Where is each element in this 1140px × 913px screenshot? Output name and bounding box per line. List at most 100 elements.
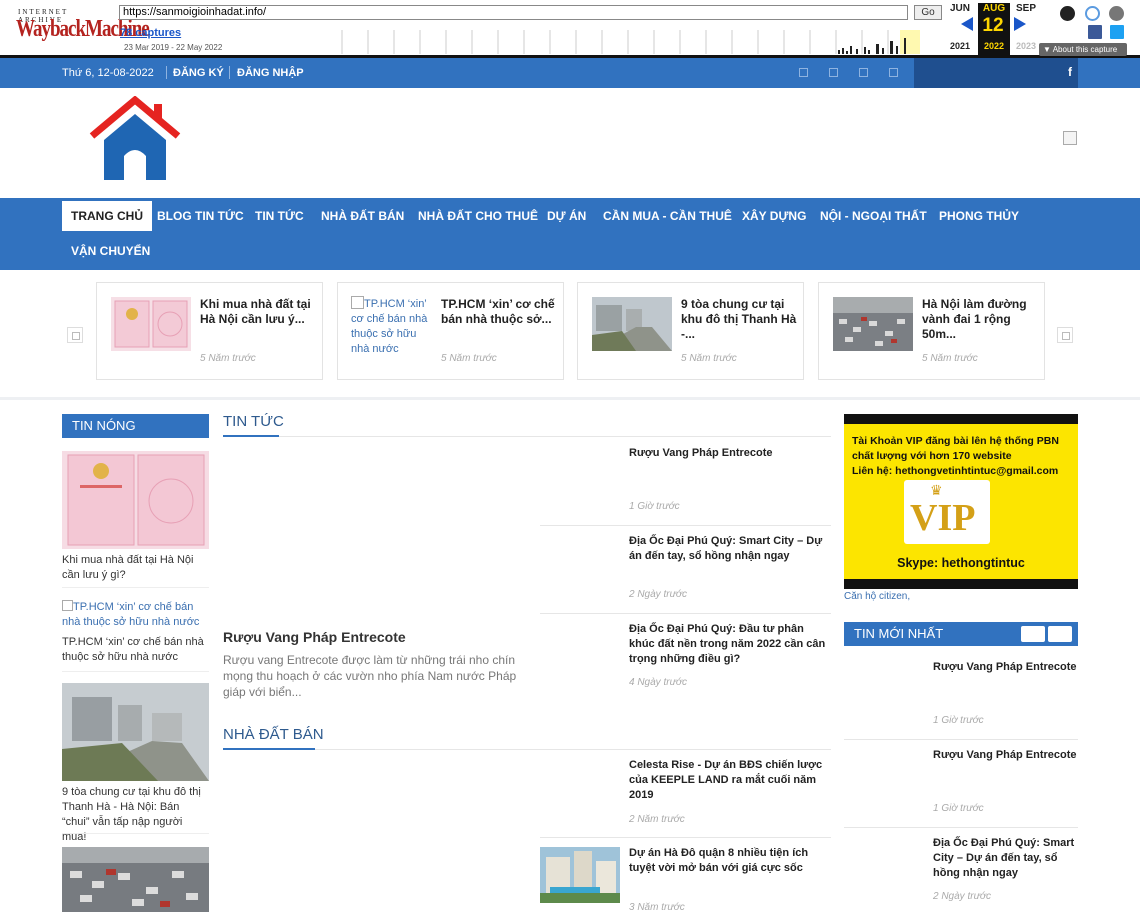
carousel-thumb[interactable] <box>833 297 913 351</box>
social-icon[interactable] <box>799 68 808 77</box>
vip-skype: Skype: hethongtintuc <box>897 556 1025 570</box>
sale-section-heading[interactable]: NHÀ ĐẤT BÁN <box>223 726 324 743</box>
captures-link[interactable]: 78 captures <box>120 27 181 39</box>
carousel-time: 5 Năm trước <box>922 353 978 364</box>
wayback-toolbar: INTERNET ARCHIVE WaybackMachine https://… <box>0 0 1140 59</box>
wayback-url-input[interactable]: https://sanmoigioinhadat.info/ <box>119 5 908 20</box>
vip-ad-banner[interactable]: Tài Khoản VIP đăng bài lên hệ thống PBN … <box>844 414 1078 589</box>
news-item-title[interactable]: Địa Ốc Đại Phú Quý: Smart City – Dự án đ… <box>629 534 829 564</box>
twitter-icon[interactable] <box>1110 25 1124 39</box>
news-item-time: 2 Ngày trước <box>629 589 687 600</box>
news-item-time: 3 Năm trước <box>629 902 685 913</box>
news-carousel: Khi mua nhà đất tại Hà Nội cần lưu ý... … <box>0 270 1140 400</box>
month-next[interactable]: SEP <box>1010 3 1042 14</box>
carousel-item[interactable]: 9 tòa chung cư tại khu đô thị Thanh Hà -… <box>577 282 804 380</box>
prev-capture-icon[interactable] <box>961 17 973 31</box>
carousel-title[interactable]: Khi mua nhà đất tại Hà Nội cần lưu ý... <box>200 297 316 327</box>
register-link[interactable]: ĐĂNG KÝ <box>173 67 224 79</box>
nav-item-rent[interactable]: NHÀ ĐẤT CHO THUÊ <box>418 201 538 231</box>
news-item-time: 1 Giờ trước <box>629 501 680 512</box>
vip-ad-line: chất lượng với hơn 170 website <box>852 450 1012 462</box>
vip-ad-panel: Tài Khoản VIP đăng bài lên hệ thống PBN … <box>844 424 1078 579</box>
social-icon[interactable] <box>889 68 898 77</box>
news-item-time: 2 Năm trước <box>629 814 685 825</box>
carousel-next-button[interactable] <box>1057 327 1073 343</box>
next-capture-icon[interactable] <box>1014 17 1026 31</box>
search-box[interactable]: f <box>914 58 1078 88</box>
news-item-title[interactable]: Địa Ốc Đại Phú Quý: Đầu tư phân khúc đất… <box>629 622 831 667</box>
main-nav: TRANG CHỦ BLOG TIN TỨC TIN TỨC NHÀ ĐẤT B… <box>0 198 1140 270</box>
month-prev[interactable]: JUN <box>944 3 976 14</box>
about-capture-button[interactable]: ▼ About this capture <box>1039 43 1127 56</box>
ad-caption-link[interactable]: Căn hộ citizen, <box>844 591 910 602</box>
about-capture-label: About this capture <box>1052 45 1118 54</box>
carousel-item[interactable]: TP.HCM ‘xin’ cơ chế bán nhà thuộc sở hữu… <box>337 282 564 380</box>
wayback-go-button[interactable]: Go <box>914 5 942 20</box>
carousel-thumb[interactable] <box>592 297 672 351</box>
nav-item-blog[interactable]: BLOG TIN TỨC <box>157 201 244 231</box>
carousel-title[interactable]: 9 tòa chung cư tại khu đô thị Thanh Hà -… <box>681 297 797 342</box>
facebook-icon[interactable] <box>1088 25 1102 39</box>
carousel-prev-button[interactable] <box>67 327 83 343</box>
featured-title[interactable]: Rượu Vang Pháp Entrecote <box>223 629 406 645</box>
top-bar: Thứ 6, 12-08-2022 ĐĂNG KÝ ĐĂNG NHẬP f <box>0 58 1140 88</box>
year-current[interactable]: 2022 <box>978 41 1010 51</box>
search-icon[interactable]: f <box>1068 65 1072 79</box>
nav-item-wanted[interactable]: CẦN MUA - CẦN THUÊ <box>603 201 732 231</box>
divider <box>540 613 831 614</box>
hot-news-title[interactable]: TP.HCM ‘xin’ cơ chế bán nhà thuộc sở hữu… <box>62 635 209 665</box>
latest-item-title[interactable]: Địa Ốc Đại Phú Quý: Smart City – Dự án đ… <box>933 836 1078 881</box>
wayback-logo[interactable]: INTERNET ARCHIVE WaybackMachine <box>14 6 150 46</box>
news-item-title[interactable]: Dự án Hà Đô quận 8 nhiều tiện ích tuyệt … <box>629 846 831 876</box>
header-ad-image[interactable] <box>1063 131 1077 145</box>
hot-news-image[interactable] <box>62 847 209 912</box>
latest-item-time: 2 Ngày trước <box>933 891 991 902</box>
divider <box>223 436 831 437</box>
nav-item-construction[interactable]: XÂY DỰNG <box>742 201 806 231</box>
news-item-title[interactable]: Rượu Vang Pháp Entrecote <box>629 446 829 461</box>
carousel-item[interactable]: Hà Nội làm đường vành đai 1 rộng 50m... … <box>818 282 1045 380</box>
user-icon[interactable] <box>1060 6 1075 21</box>
latest-item-title[interactable]: Rượu Vang Pháp Entrecote <box>933 660 1078 675</box>
nav-item-projects[interactable]: DỰ ÁN <box>547 201 586 231</box>
heading-underline <box>223 748 315 750</box>
news-item-image[interactable] <box>540 847 620 903</box>
news-item-title[interactable]: Celesta Rise - Dự án BĐS chiến lược của … <box>629 758 829 803</box>
year-prev[interactable]: 2021 <box>944 41 976 51</box>
news-section-heading[interactable]: TIN TỨC <box>223 413 284 430</box>
carousel-time: 5 Năm trước <box>681 353 737 364</box>
carousel-title[interactable]: Hà Nội làm đường vành đai 1 rộng 50m... <box>922 297 1038 342</box>
broken-image[interactable]: TP.HCM ‘xin’ cơ chế bán nhà thuộc sở hữu… <box>351 296 431 357</box>
divider <box>540 837 831 838</box>
close-icon[interactable] <box>1109 6 1124 21</box>
carousel-title[interactable]: TP.HCM ‘xin’ cơ chế bán nhà thuộc sở... <box>441 297 557 327</box>
latest-prev-button[interactable] <box>1021 626 1045 642</box>
featured-description: Rượu vang Entrecote được làm từ những tr… <box>223 653 517 699</box>
site-logo[interactable] <box>88 96 182 184</box>
hot-news-image[interactable] <box>62 451 209 549</box>
broken-image-icon <box>351 296 364 309</box>
hot-news-image[interactable] <box>62 683 209 781</box>
nav-item-home[interactable]: TRANG CHỦ <box>62 201 152 231</box>
capture-histogram[interactable] <box>320 28 920 54</box>
carousel-thumb[interactable] <box>111 297 191 351</box>
nav-item-news[interactable]: TIN TỨC <box>255 201 304 231</box>
latest-next-button[interactable] <box>1048 626 1072 642</box>
vip-text: VIP <box>910 497 976 539</box>
nav-item-sale[interactable]: NHÀ ĐẤT BÁN <box>321 201 404 231</box>
nav-item-interior[interactable]: NỘI - NGOẠI THẤT <box>820 201 927 231</box>
latest-item-title[interactable]: Rượu Vang Pháp Entrecote <box>933 748 1078 763</box>
nav-item-transport[interactable]: VẬN CHUYỂN <box>71 236 150 266</box>
divider <box>62 587 209 588</box>
carousel-item[interactable]: Khi mua nhà đất tại Hà Nội cần lưu ý... … <box>96 282 323 380</box>
login-link[interactable]: ĐĂNG NHẬP <box>237 67 304 79</box>
broken-image[interactable]: TP.HCM ‘xin’ cơ chế bán nhà thuộc sở hữu… <box>62 600 209 630</box>
hot-news-title[interactable]: 9 tòa chung cư tại khu đô thị Thanh Hà -… <box>62 785 209 845</box>
nav-item-fengshui[interactable]: PHONG THỦY <box>939 201 1019 231</box>
social-icon[interactable] <box>859 68 868 77</box>
year-next[interactable]: 2023 <box>1010 41 1042 51</box>
hot-news-title[interactable]: Khi mua nhà đất tại Hà Nội cần lưu ý gì? <box>62 553 209 583</box>
social-icon[interactable] <box>829 68 838 77</box>
heading-underline <box>223 435 279 437</box>
help-icon[interactable] <box>1085 6 1100 21</box>
